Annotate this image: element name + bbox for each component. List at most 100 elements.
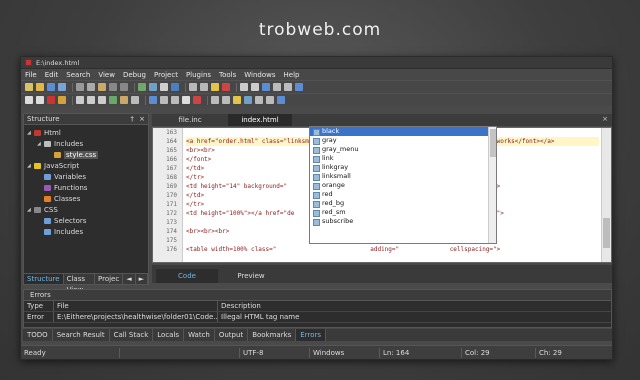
numbered-list-icon[interactable] [171,96,179,104]
tree-item[interactable]: style.css [27,149,148,160]
menu-help[interactable]: Help [284,71,300,79]
table-icon[interactable] [131,96,139,104]
error-row[interactable]: Error E:\Eithere\projects\healthwise\fol… [24,312,611,323]
menu-tools[interactable]: Tools [219,71,236,79]
tab-watch[interactable]: Watch [184,329,215,341]
column-header-file[interactable]: File [54,301,218,311]
paste-icon[interactable] [98,83,106,91]
tab-call-stack[interactable]: Call Stack [110,329,154,341]
outdent-icon[interactable] [251,83,259,91]
save-all-icon[interactable] [58,83,66,91]
wrap-icon[interactable] [273,83,281,91]
menu-file[interactable]: File [25,71,37,79]
anchor-icon[interactable] [193,96,201,104]
tab-errors[interactable]: Errors [296,329,327,341]
autocomplete-item[interactable]: linksmall [310,172,496,181]
column-header-description[interactable]: Description [218,301,611,311]
close-icon[interactable]: × [139,115,145,123]
tree-item[interactable]: Functions [27,182,148,193]
list-icon[interactable] [160,96,168,104]
span-icon[interactable] [222,96,230,104]
expand-arrow-icon[interactable]: ◢ [27,163,34,169]
bookmark-icon[interactable] [160,83,168,91]
autocomplete-item[interactable]: gray_menu [310,145,496,154]
tab-output[interactable]: Output [215,329,249,341]
tree-item[interactable]: ◢ JavaScript [27,160,148,171]
column-header-type[interactable]: Type [24,301,54,311]
code-line[interactable]: <table width=100% class=" adding=" cells… [186,245,599,254]
autocomplete-item[interactable]: red_sm [310,208,496,217]
comment-block-icon[interactable] [266,96,274,104]
link-icon[interactable] [109,96,117,104]
tree-item[interactable]: Variables [27,171,148,182]
tab-class-view[interactable]: Class View [64,274,95,294]
menu-windows[interactable]: Windows [244,71,275,79]
tree-item[interactable]: Selectors [27,215,148,226]
editor-scrollbar[interactable] [601,128,611,262]
script-icon[interactable] [233,96,241,104]
menu-search[interactable]: Search [66,71,90,79]
expand-arrow-icon[interactable]: ◢ [27,207,34,213]
tab-project[interactable]: Projec [95,274,124,284]
status-line-ending[interactable]: Windows [309,347,379,358]
font-color-icon[interactable] [47,96,55,104]
comment-icon[interactable] [262,83,270,91]
tab-locals[interactable]: Locals [153,329,185,341]
tree-item[interactable]: Classes [27,193,148,204]
align-center-icon[interactable] [87,96,95,104]
browser-icon[interactable] [171,83,179,91]
settings-icon[interactable] [284,83,292,91]
cut-icon[interactable] [76,83,84,91]
close-tab-icon[interactable]: × [602,115,608,123]
tab-structure[interactable]: Structure [24,274,64,284]
tree-item[interactable]: ◢ Html [27,127,148,138]
replace-icon[interactable] [149,83,157,91]
pin-icon[interactable]: † [130,115,134,123]
new-file-icon[interactable] [25,83,33,91]
autocomplete-item[interactable]: link [310,154,496,163]
tabs-scroll-right-icon[interactable]: ► [136,274,148,284]
tab-preview[interactable]: Preview [220,269,282,283]
image-icon[interactable] [120,96,128,104]
menu-plugins[interactable]: Plugins [186,71,211,79]
meta-icon[interactable] [255,96,263,104]
toggle-panel-icon[interactable] [189,83,197,91]
autocomplete-item[interactable]: black [310,127,496,136]
save-icon[interactable] [47,83,55,91]
menu-debug[interactable]: Debug [123,71,146,79]
form-icon[interactable] [149,96,157,104]
stop-icon[interactable] [222,83,230,91]
div-icon[interactable] [211,96,219,104]
menu-view[interactable]: View [98,71,115,79]
indent-icon[interactable] [240,83,248,91]
tab-search-result[interactable]: Search Result [53,329,110,341]
run-icon[interactable] [211,83,219,91]
toggle-output-icon[interactable] [200,83,208,91]
tab-todo[interactable]: TODO [23,329,53,341]
bold-icon[interactable] [25,96,33,104]
help-icon[interactable] [295,83,303,91]
tree-item[interactable]: Includes [27,226,148,237]
expand-arrow-icon[interactable]: ◢ [37,141,44,147]
italic-icon[interactable] [36,96,44,104]
copy-icon[interactable] [87,83,95,91]
autocomplete-item[interactable]: subscribe [310,217,496,226]
autocomplete-item[interactable]: red [310,190,496,199]
menu-edit[interactable]: Edit [45,71,59,79]
menu-project[interactable]: Project [154,71,178,79]
align-right-icon[interactable] [98,96,106,104]
autocomplete-item[interactable]: linkgray [310,163,496,172]
undo-icon[interactable] [109,83,117,91]
tab-file-inc[interactable]: file.inc [158,114,222,126]
tab-code[interactable]: Code [156,269,218,283]
status-encoding[interactable]: UTF-8 [239,347,309,358]
align-left-icon[interactable] [76,96,84,104]
tree-item[interactable]: ◢ CSS [27,204,148,215]
autocomplete-scrollbar[interactable] [488,127,496,243]
preview-icon[interactable] [277,96,285,104]
open-folder-icon[interactable] [36,83,44,91]
find-icon[interactable] [138,83,146,91]
hr-icon[interactable] [182,96,190,104]
tab-bookmarks[interactable]: Bookmarks [248,329,297,341]
expand-arrow-icon[interactable]: ◢ [27,130,34,136]
